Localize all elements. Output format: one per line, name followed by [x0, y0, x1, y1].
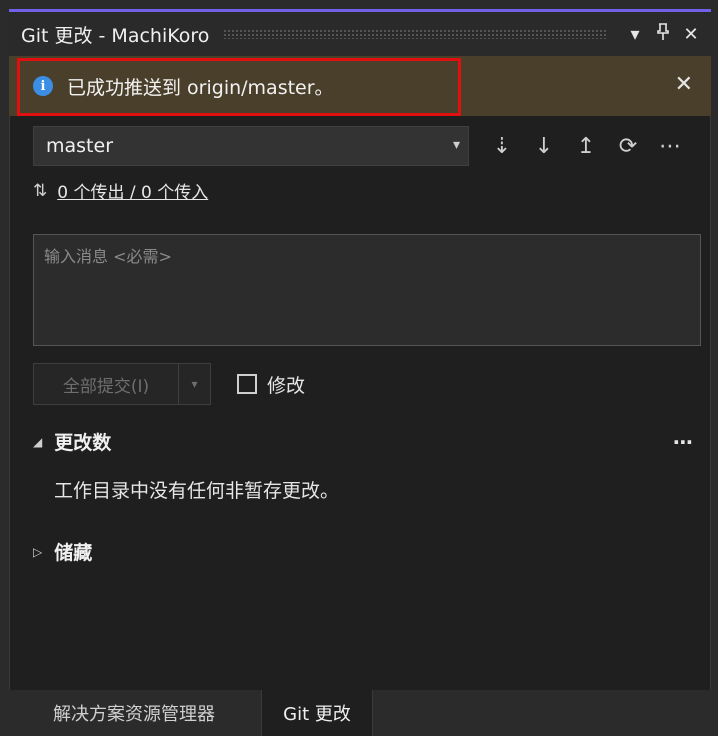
commit-all-button[interactable]: 全部提交(I) [33, 363, 179, 405]
amend-checkbox[interactable] [237, 374, 257, 394]
more-icon[interactable]: ⋯ [653, 134, 687, 159]
push-icon[interactable]: ↥ [569, 134, 603, 159]
pull-icon[interactable]: ↓ [527, 134, 561, 159]
commit-row: 全部提交(I) ▾ 修改 [33, 362, 305, 406]
dismiss-banner-button[interactable]: ✕ [675, 72, 693, 97]
branch-name: master [46, 135, 114, 157]
tab-git-changes[interactable]: Git 更改 [261, 690, 373, 736]
title-bar: Git 更改 - MachiKoro ▾ ✕ [9, 12, 711, 56]
close-panel-button[interactable]: ✕ [677, 24, 705, 45]
chevron-down-icon: ▾ [452, 137, 460, 153]
panel-title: Git 更改 - MachiKoro [21, 24, 210, 47]
push-success-message: 已成功推送到 origin/master。 [67, 76, 334, 99]
commit-options-dropdown[interactable]: ▾ [179, 363, 211, 405]
expanded-triangle-icon: ◢ [33, 434, 43, 449]
collapsed-triangle-icon: ▷ [33, 544, 43, 559]
sync-status: ⇅ 0 个传出 / 0 个传入 [33, 178, 208, 204]
info-icon: i [33, 76, 53, 96]
branch-toolbar: master ▾ ⇣ ↓ ↥ ⟳ ⋯ [33, 126, 703, 166]
amend-label: 修改 [267, 374, 306, 397]
incoming-outgoing-icon: ⇅ [33, 180, 48, 201]
changes-header-label: 更改数 [54, 432, 112, 454]
outgoing-incoming-link[interactable]: 0 个传出 / 0 个传入 [57, 178, 208, 203]
commit-message-input[interactable]: 输入消息 <必需> [33, 234, 701, 346]
sync-icon[interactable]: ⟳ [611, 134, 645, 159]
changes-section-header[interactable]: ◢ 更改数 [33, 428, 111, 455]
pin-icon[interactable] [649, 22, 677, 46]
branch-selector[interactable]: master ▾ [33, 126, 469, 166]
drag-grip[interactable] [223, 29, 607, 39]
amend-option[interactable]: 修改 [237, 371, 305, 398]
window-options-button[interactable]: ▾ [621, 24, 649, 45]
bottom-tab-strip: 解决方案资源管理器 Git 更改 [9, 690, 711, 736]
changes-more-icon[interactable]: ⋯ [673, 430, 694, 454]
fetch-icon[interactable]: ⇣ [485, 134, 519, 159]
stashes-header-label: 储藏 [54, 542, 93, 564]
info-banner: i 已成功推送到 origin/master。 ✕ [9, 56, 711, 116]
no-changes-message: 工作目录中没有任何非暂存更改。 [54, 480, 340, 502]
tab-solution-explorer[interactable]: 解决方案资源管理器 [9, 690, 259, 736]
stashes-section-header[interactable]: ▷ 储藏 [33, 538, 92, 565]
